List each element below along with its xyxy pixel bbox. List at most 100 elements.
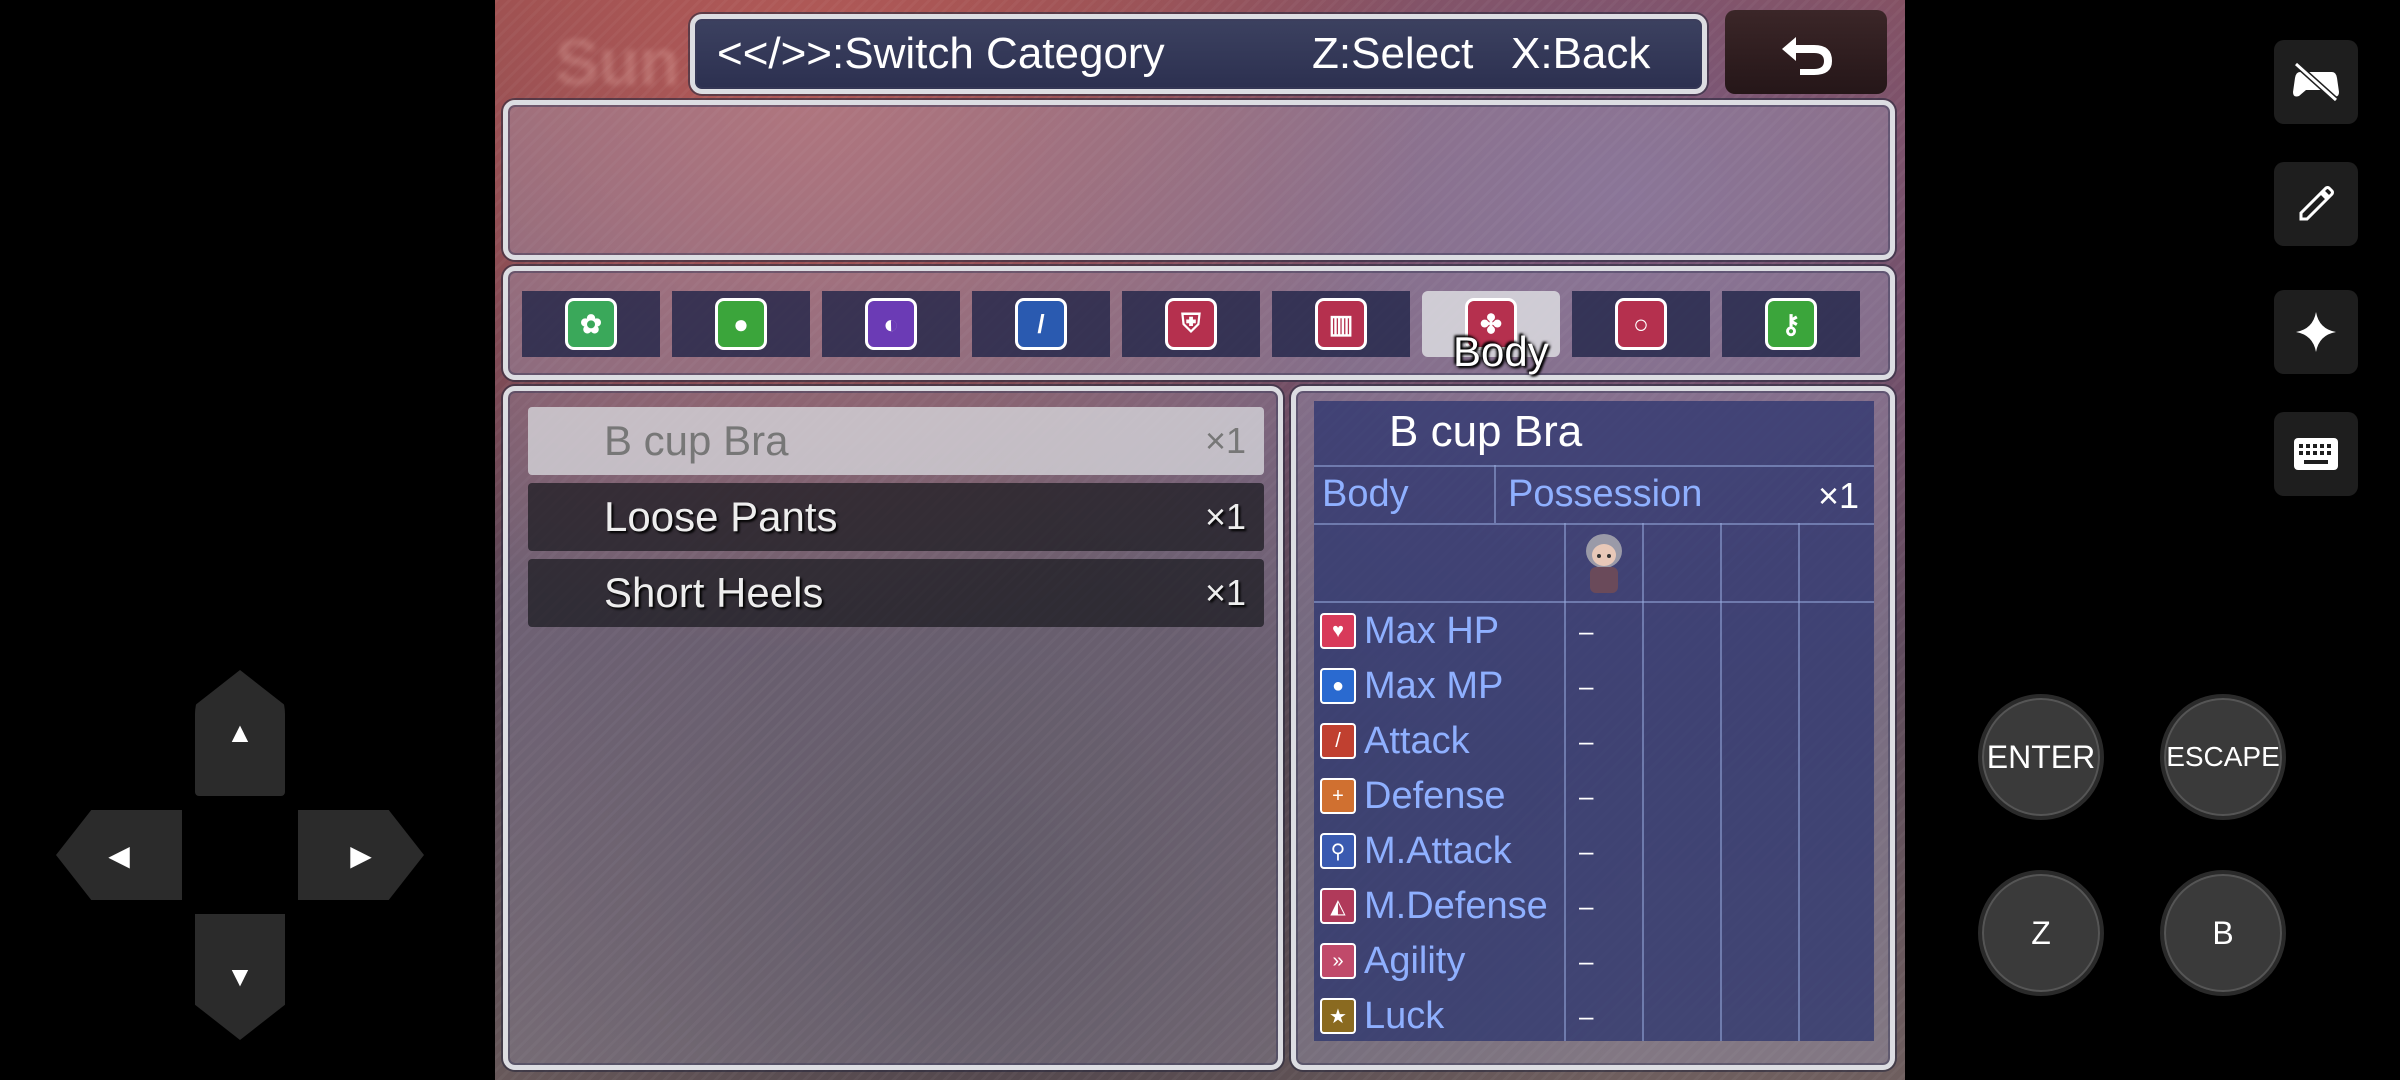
detail-item-type: Body <box>1322 473 1409 515</box>
category-tab-shields[interactable]: ⛨ <box>1122 291 1260 357</box>
stat-value: – <box>1579 781 1594 811</box>
return-arrow-icon <box>1782 37 1832 75</box>
category-tab-accessories[interactable]: ○ <box>1572 291 1710 357</box>
gamepad-off-icon <box>2293 62 2339 102</box>
dpad-down-button[interactable]: ▼ <box>195 914 285 1040</box>
z-button[interactable]: Z <box>1978 870 2104 996</box>
list-item[interactable]: B cup Bra ×1 <box>528 407 1264 475</box>
category-tab-magic[interactable]: ◐ <box>822 291 960 357</box>
dpad-up-button[interactable]: ▲ <box>195 670 285 796</box>
category-tab-armor[interactable]: ▥ <box>1272 291 1410 357</box>
luck-icon: ★ <box>1320 998 1356 1034</box>
key-icon: ⚷ <box>1765 298 1817 350</box>
agility-icon: » <box>1320 943 1356 979</box>
game-screen: Sun <</>>:Switch Category Z:Select X:Bac… <box>495 0 1905 1080</box>
stat-name: Max HP <box>1364 610 1500 652</box>
item-list-window: B cup Bra ×1 Loose Pants ×1 Short Heels … <box>503 386 1283 1070</box>
stat-name: Defense <box>1364 775 1506 817</box>
switch-category-hint: <</>>:Switch Category <box>717 29 1165 78</box>
dpad-left-button[interactable]: ◀ <box>56 810 182 900</box>
back-button[interactable] <box>1725 10 1887 94</box>
category-bar: ✿ ● ◐ / ⛨ ▥ ✤ ○ ⚷ <box>503 266 1895 380</box>
category-tab-items[interactable]: ✿ <box>522 291 660 357</box>
b-label: B <box>2212 914 2234 951</box>
shield-icon: ⛨ <box>1165 298 1217 350</box>
attack-icon: / <box>1320 723 1356 759</box>
item-quantity: ×1 <box>1204 572 1246 613</box>
stat-row-luck: ★ Luck – <box>1314 988 1874 1040</box>
stat-row-max-mp: ● Max MP – <box>1314 658 1874 710</box>
stat-value: – <box>1579 946 1594 976</box>
list-item[interactable]: Short Heels ×1 <box>528 559 1264 627</box>
item-name: Short Heels <box>604 569 824 616</box>
character-sprite <box>1586 534 1622 593</box>
possession-label: Possession <box>1508 473 1703 515</box>
mana-orb-icon: ● <box>1320 668 1356 704</box>
background-blur: Sun <box>555 25 680 99</box>
list-item[interactable]: Loose Pants ×1 <box>528 483 1264 551</box>
edit-button[interactable] <box>2274 162 2358 246</box>
sparkle-icon <box>2296 312 2336 352</box>
grid-line <box>1314 465 1874 467</box>
stat-name: Agility <box>1364 940 1466 982</box>
stat-name: M.Attack <box>1364 830 1512 872</box>
stat-row-m-defense: ◭ M.Defense – <box>1314 878 1874 930</box>
item-quantity: ×1 <box>1204 496 1246 537</box>
left-arrow-icon: ◀ <box>108 839 130 871</box>
dpad-right-button[interactable]: ▶ <box>298 810 424 900</box>
down-arrow-icon: ▼ <box>226 961 254 992</box>
stat-row-agility: » Agility – <box>1314 933 1874 985</box>
up-arrow-icon: ▲ <box>226 717 254 748</box>
z-label: Z <box>2031 914 2051 951</box>
magic-defense-icon: ◭ <box>1320 888 1356 924</box>
item-detail-panel: B cup Bra Body Possession ×1 ♥ Max HP – … <box>1314 401 1874 1041</box>
stat-value: – <box>1579 1001 1594 1031</box>
orb-icon: ◐ <box>865 298 917 350</box>
ring-icon: ○ <box>1615 298 1667 350</box>
stat-value: – <box>1579 891 1594 921</box>
stat-value: – <box>1579 616 1594 646</box>
category-tab-key-items[interactable]: ⚷ <box>1722 291 1860 357</box>
selected-category-label: Body <box>1453 328 1549 375</box>
b-button[interactable]: B <box>2160 870 2286 996</box>
stat-row-m-attack: ⚲ M.Attack – <box>1314 823 1874 875</box>
stat-value: – <box>1579 726 1594 756</box>
stat-name: Attack <box>1364 720 1470 762</box>
item-name: B cup Bra <box>604 417 789 464</box>
armor-icon: ▥ <box>1315 298 1367 350</box>
item-name: Loose Pants <box>604 493 838 540</box>
stat-value: – <box>1579 671 1594 701</box>
stat-row-max-hp: ♥ Max HP – <box>1314 603 1874 655</box>
stat-row-defense: + Defense – <box>1314 768 1874 820</box>
magic-attack-icon: ⚲ <box>1320 833 1356 869</box>
stat-row-attack: / Attack – <box>1314 713 1874 765</box>
stat-name: Luck <box>1364 995 1445 1037</box>
keyboard-icon <box>2294 438 2338 470</box>
stat-name: M.Defense <box>1364 885 1548 927</box>
item-quantity: ×1 <box>1204 420 1246 461</box>
description-window <box>503 100 1895 260</box>
select-hint: Z:Select <box>1312 29 1474 78</box>
enter-button[interactable]: ENTER <box>1978 694 2104 820</box>
back-hint: X:Back <box>1511 29 1651 78</box>
keyboard-button[interactable] <box>2274 412 2358 496</box>
gamepad-toggle-button[interactable] <box>2274 40 2358 124</box>
escape-label: ESCAPE <box>2166 741 2280 772</box>
sparkle-button[interactable] <box>2274 290 2358 374</box>
bomb-icon: ● <box>715 298 767 350</box>
heart-icon: ♥ <box>1320 613 1356 649</box>
stat-value: – <box>1579 836 1594 866</box>
category-tab-weapons[interactable]: / <box>972 291 1110 357</box>
possession-quantity: ×1 <box>1818 475 1860 516</box>
stat-name: Max MP <box>1364 665 1504 707</box>
category-tab-consumables[interactable]: ● <box>672 291 810 357</box>
item-detail-window: B cup Bra Body Possession ×1 ♥ Max HP – … <box>1291 386 1895 1070</box>
help-bar: <</>>:Switch Category Z:Select X:Back <box>690 14 1707 94</box>
detail-item-name: B cup Bra <box>1389 407 1583 456</box>
bag-icon: ✿ <box>565 298 617 350</box>
enter-label: ENTER <box>1986 738 2096 775</box>
sword-icon: / <box>1015 298 1067 350</box>
grid-line <box>1494 465 1496 523</box>
right-arrow-icon: ▶ <box>350 839 372 871</box>
escape-button[interactable]: ESCAPE <box>2160 694 2286 820</box>
